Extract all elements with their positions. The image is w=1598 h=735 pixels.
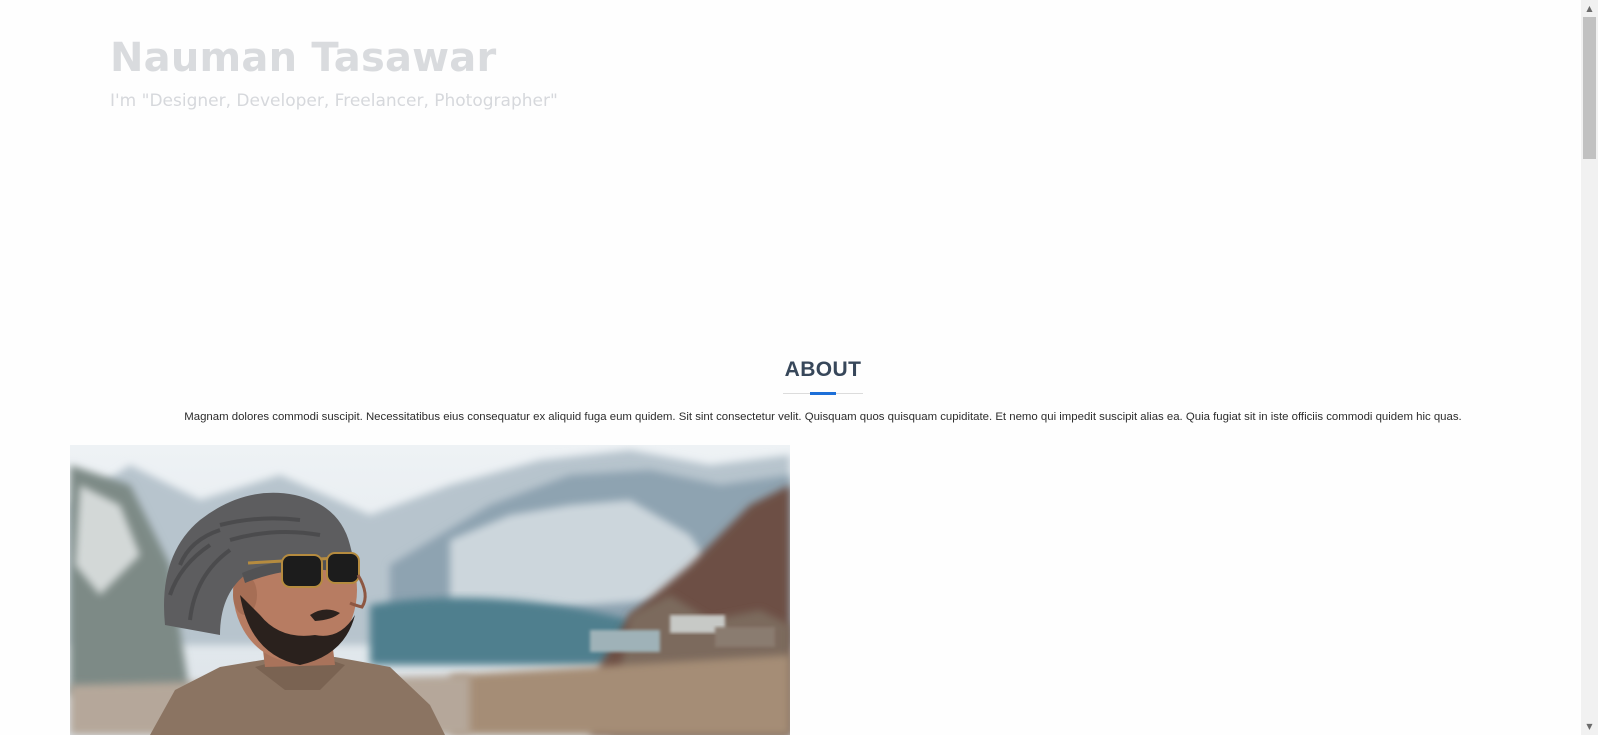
page-content: Nauman Tasawar I'm "Designer, Developer,…	[0, 0, 1581, 735]
hero-tagline: I'm "Designer, Developer, Freelancer, Ph…	[110, 91, 558, 111]
about-divider-accent	[810, 392, 836, 395]
profile-photo	[70, 445, 790, 735]
scrollbar-thumb[interactable]	[1583, 17, 1596, 159]
about-description: Magnam dolores commodi suscipit. Necessi…	[184, 411, 1462, 423]
vertical-scrollbar[interactable]: ▲ ▼	[1581, 0, 1598, 735]
scroll-up-arrow-icon[interactable]: ▲	[1581, 0, 1598, 17]
about-heading: ABOUT	[784, 358, 862, 381]
profile-photo-illustration	[70, 445, 790, 735]
browser-viewport: Nauman Tasawar I'm "Designer, Developer,…	[0, 0, 1598, 735]
scroll-down-arrow-icon[interactable]: ▼	[1581, 718, 1598, 735]
hero-name: Nauman Tasawar	[110, 35, 497, 81]
hero-section: Nauman Tasawar I'm "Designer, Developer,…	[110, 30, 558, 114]
